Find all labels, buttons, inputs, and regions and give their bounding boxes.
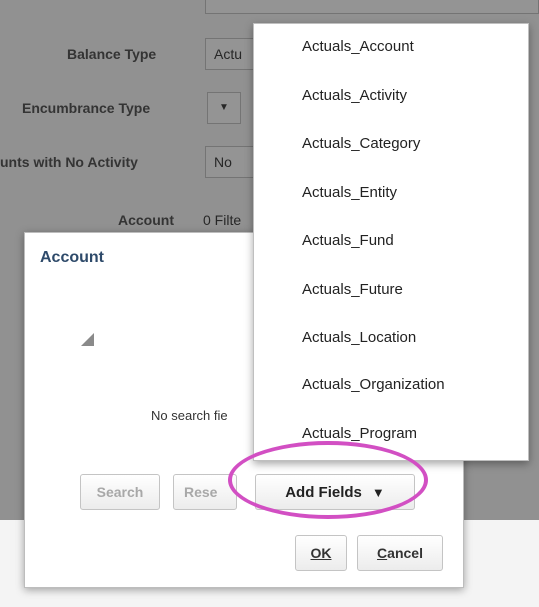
cancel-button[interactable]: Cancel <box>357 535 443 571</box>
menu-item-actuals-organization[interactable]: Actuals_Organization <box>302 376 445 393</box>
dialog-title: Account <box>40 249 104 266</box>
no-search-fields-message: No search fie <box>151 408 228 423</box>
menu-item-actuals-program[interactable]: Actuals_Program <box>302 425 417 442</box>
menu-item-actuals-account[interactable]: Actuals_Account <box>302 38 414 55</box>
cancel-label-rest: ancel <box>387 545 423 561</box>
menu-item-actuals-fund[interactable]: Actuals_Fund <box>302 232 394 249</box>
disclosure-triangle-icon[interactable] <box>81 333 94 346</box>
screenshot-stage: Balance Type Actu Encumbrance Type ▼ unt… <box>0 0 539 607</box>
highlight-ellipse <box>228 441 428 519</box>
menu-item-actuals-future[interactable]: Actuals_Future <box>302 281 403 298</box>
menu-item-actuals-category[interactable]: Actuals_Category <box>302 135 420 152</box>
add-fields-menu: Actuals_Account Actuals_Activity Actuals… <box>253 23 529 461</box>
search-button[interactable]: Search <box>80 474 160 510</box>
menu-item-actuals-entity[interactable]: Actuals_Entity <box>302 184 397 201</box>
ok-button[interactable]: OK <box>295 535 347 571</box>
menu-item-actuals-location[interactable]: Actuals_Location <box>302 329 416 346</box>
cancel-access-key: C <box>377 545 388 561</box>
menu-item-actuals-activity[interactable]: Actuals_Activity <box>302 87 407 104</box>
